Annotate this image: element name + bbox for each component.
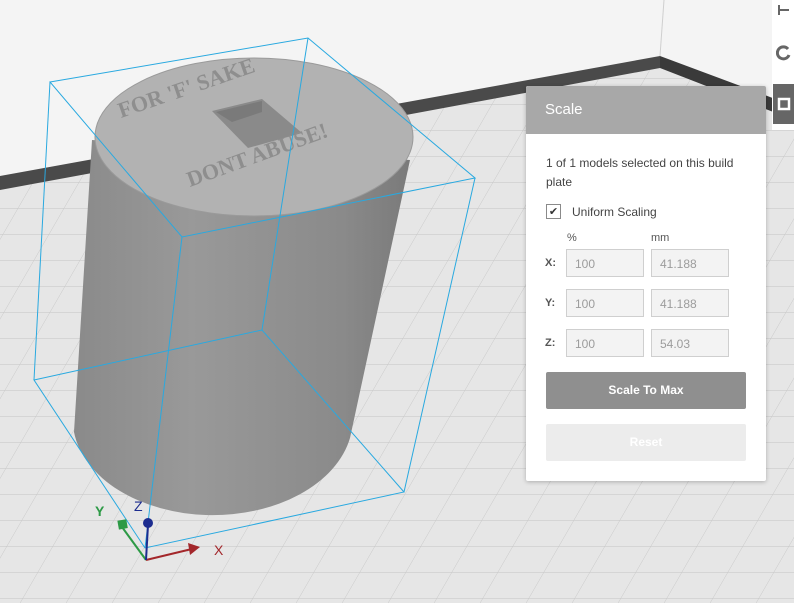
uniform-scaling-row[interactable]: ✔ Uniform Scaling bbox=[546, 204, 657, 219]
x-axis-label: X bbox=[214, 542, 224, 558]
y-axis-label: Y bbox=[95, 503, 105, 519]
x-percent-field[interactable]: 100 bbox=[566, 249, 644, 277]
y-label: Y: bbox=[545, 297, 556, 309]
x-mm-field[interactable]: 41.188 bbox=[651, 249, 729, 277]
reset-button[interactable]: Reset bbox=[546, 424, 746, 461]
z-label: Z: bbox=[545, 337, 556, 349]
z-axis-label: Z bbox=[134, 498, 143, 514]
scale-to-max-button[interactable]: Scale To Max bbox=[546, 372, 746, 409]
percent-header: % bbox=[567, 232, 577, 244]
move-tool-icon[interactable] bbox=[773, 0, 794, 30]
z-mm-field[interactable]: 54.03 bbox=[651, 329, 729, 357]
x-label: X: bbox=[545, 257, 556, 269]
z-percent-field[interactable]: 100 bbox=[566, 329, 644, 357]
uniform-scaling-label: Uniform Scaling bbox=[572, 204, 657, 219]
scale-tool-icon[interactable] bbox=[773, 84, 794, 124]
y-percent-field[interactable]: 100 bbox=[566, 289, 644, 317]
scale-panel: Scale 1 of 1 models selected on this bui… bbox=[526, 86, 766, 481]
mm-header: mm bbox=[651, 232, 670, 244]
panel-title: Scale bbox=[526, 86, 766, 134]
selection-status: 1 of 1 models selected on this build pla… bbox=[546, 156, 734, 189]
uniform-scaling-checkbox[interactable]: ✔ bbox=[546, 204, 561, 219]
y-mm-field[interactable]: 41.188 bbox=[651, 289, 729, 317]
rotate-tool-icon[interactable] bbox=[773, 33, 794, 73]
